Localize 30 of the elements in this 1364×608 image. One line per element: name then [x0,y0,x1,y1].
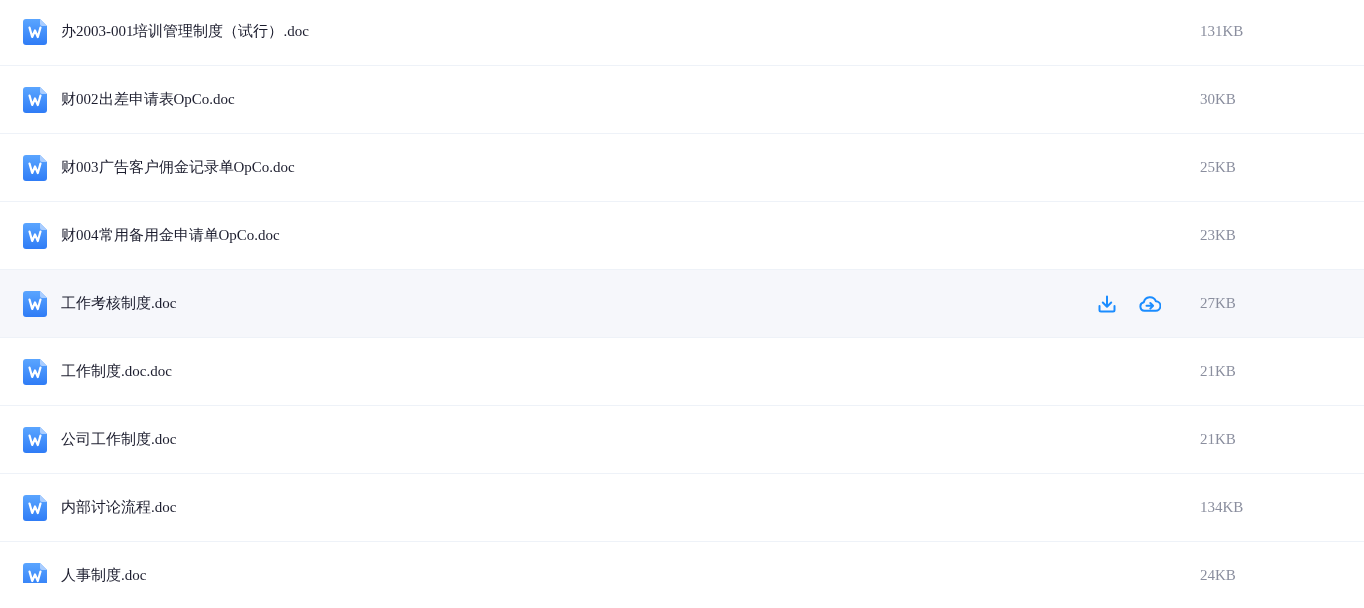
file-size: 21KB [1200,363,1237,380]
file-size: 24KB [1200,567,1237,583]
file-name[interactable]: 人事制度.doc [61,566,1200,583]
file-row[interactable]: 工作考核制度.doc 27KB [0,270,1364,338]
document-icon [23,358,47,385]
download-icon[interactable] [1098,294,1116,313]
file-name[interactable]: 工作制度.doc.doc [61,362,1200,381]
file-size: 25KB [1200,159,1237,176]
file-size: 131KB [1200,23,1245,40]
document-icon [23,562,47,583]
document-icon [23,18,47,45]
document-icon [23,290,47,317]
document-icon [23,426,47,453]
document-icon [23,86,47,113]
file-size: 30KB [1200,91,1237,108]
file-size: 134KB [1200,499,1245,516]
document-icon [23,222,47,249]
file-name[interactable]: 工作考核制度.doc [61,294,1098,313]
file-size: 27KB [1200,295,1237,312]
file-name[interactable]: 公司工作制度.doc [61,430,1200,449]
file-name[interactable]: 办2003-001培训管理制度（试行）.doc [61,22,1200,41]
file-name[interactable]: 内部讨论流程.doc [61,498,1200,517]
file-size: 23KB [1200,227,1237,244]
document-icon [23,154,47,181]
file-size: 21KB [1200,431,1237,448]
file-name[interactable]: 财003广告客户佣金记录单OpCo.doc [61,158,1200,177]
file-name[interactable]: 财002出差申请表OpCo.doc [61,90,1200,109]
cloud-arrow-icon[interactable] [1139,295,1161,312]
document-icon [23,494,47,521]
file-name[interactable]: 财004常用备用金申请单OpCo.doc [61,226,1200,245]
